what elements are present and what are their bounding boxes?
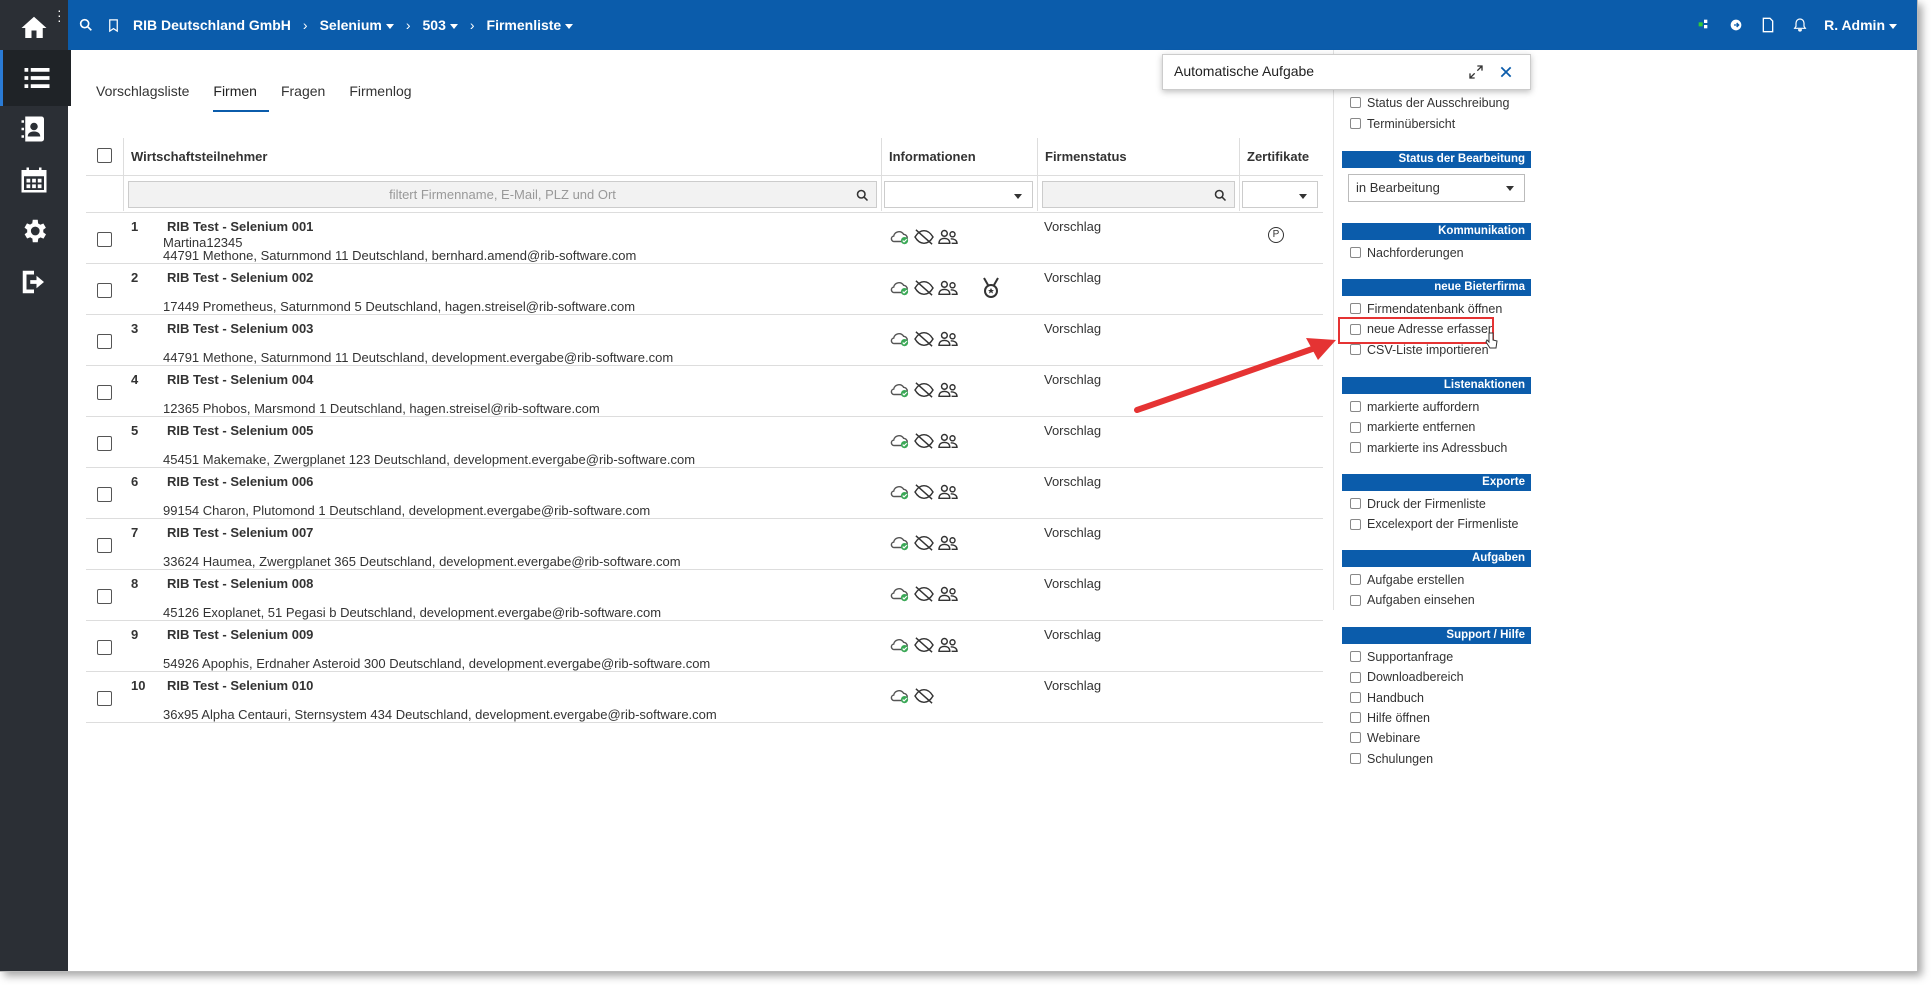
popup-title: Automatische Aufgabe [1174, 63, 1315, 79]
annotation-arrow [1134, 338, 1336, 413]
app-window: · · · RIB Deutschland GmbH › Selenium › 50… [0, 0, 1918, 972]
close-icon[interactable] [1499, 65, 1513, 79]
expand-icon[interactable] [1468, 64, 1484, 80]
task-popup: Automatische Aufgabe [1162, 54, 1531, 90]
